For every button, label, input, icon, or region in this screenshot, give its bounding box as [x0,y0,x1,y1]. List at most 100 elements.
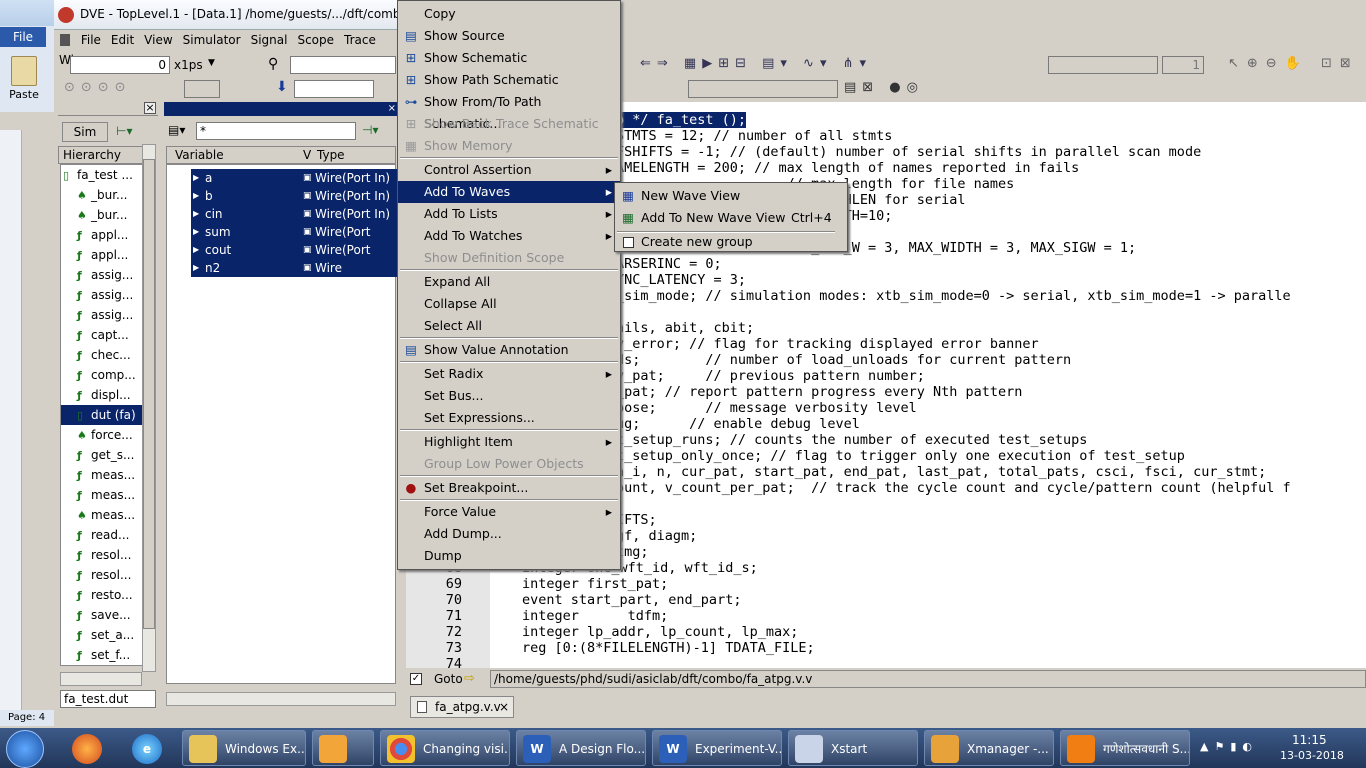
source-line[interactable]: STMTS = 12; // number of all stmts [616,128,892,144]
menu-simulator[interactable]: Simulator [178,30,246,50]
task-media[interactable] [312,730,374,766]
menu-item-select-all[interactable]: Select All [398,315,620,337]
variable-row[interactable]: ▶ cin ▣ Wire(Port In) [191,205,397,223]
menu-item-copy[interactable]: Copy [398,3,620,25]
time-input[interactable]: 0 [70,56,170,74]
source-line[interactable]: ug; // enable debug level [616,416,860,432]
hierarchy-item[interactable]: ♠ _bur... [61,205,143,225]
hierarchy-item[interactable]: ƒ resol... [61,565,143,585]
source-line[interactable]: ount, v_count_per_pat; // track the cycl… [616,480,1291,496]
tray-icons[interactable]: ▲⚑▮◐ [1200,740,1270,756]
menu-item-add-dump[interactable]: Add Dump... [398,523,620,545]
filter-type-icon[interactable]: ⊣▾ [362,123,378,137]
menu-view[interactable]: View [139,30,177,50]
hierarchy-item[interactable]: ƒ read... [61,525,143,545]
menu-item-set-bus[interactable]: Set Bus... [398,385,620,407]
hierarchy-item[interactable]: ƒ get_s... [61,445,143,465]
submenu-create-new-group[interactable]: Create new group [615,231,847,253]
source-line[interactable]: v_error; // flag for tracking displayed … [616,336,1039,352]
close-icon[interactable]: × [144,102,156,114]
submenu-add-to-new-wave-view[interactable]: ▦ Add To New Wave View Ctrl+4 [615,207,847,229]
task-windows-explorer[interactable]: Windows Ex... [182,730,306,766]
firefox-icon[interactable] [72,734,102,764]
word-paste-button[interactable]: Paste [2,52,46,112]
hierarchy-item[interactable]: ƒ meas... [61,465,143,485]
source-line[interactable]: a_i, n, cur_pat, start_pat, end_pat, las… [616,464,1266,480]
source-line[interactable]: bose; // message verbosity level [616,400,917,416]
hierarchy-item[interactable]: ▯ fa_test ... [61,165,143,185]
menu-item-control-assertion[interactable]: Control Assertion ▸ [398,159,620,181]
hierarchy-scrollbar[interactable] [142,144,156,672]
source-line[interactable]: ds; // number of load_unloads for curren… [616,352,1071,368]
menu-trace[interactable]: Trace [339,30,381,50]
menu-item-highlight-item[interactable]: Highlight Item ▸ [398,431,620,453]
menu-item-dump[interactable]: Dump [398,545,620,567]
hierarchy-item[interactable]: ƒ set_a... [61,625,143,645]
hierarchy-item[interactable]: ƒ displ... [61,385,143,405]
word-file-tab[interactable]: File [0,27,46,47]
variable-row[interactable]: ▶sum▣Wire(Port Out) [191,223,397,257]
clock-date[interactable]: 13-03-2018 [1280,749,1344,762]
source-line[interactable]: gf, diagm; [616,528,697,544]
task-word-experiment[interactable]: W Experiment-V... [652,730,782,766]
menu-item-set-expressions[interactable]: Set Expressions... [398,407,620,429]
hierarchy-item[interactable]: ƒ appl... [61,245,143,265]
source-tab[interactable]: fa_atpg.v.v × [410,696,514,718]
goto-label[interactable]: Goto [434,672,463,686]
hierarchy-item[interactable]: ƒ resto... [61,585,143,605]
hierarchy-item[interactable]: ƒ chec... [61,345,143,365]
source-line[interactable]: event start_part, end_part; [522,592,741,608]
source-line[interactable]: integer lp_addr, lp_count, lp_max; [522,624,798,640]
source-line[interactable]: integer tdfm; [522,608,668,624]
combo-blank[interactable] [1048,56,1158,74]
variable-filter-input[interactable]: * [196,122,356,140]
source-line[interactable]: ARSERINC = 0; [616,256,722,272]
source-line[interactable]: b */ fa_test (); [616,112,747,128]
scroll-thumb[interactable] [143,159,155,629]
menu-item-show-value-annotation[interactable]: ▤ Show Value Annotation [398,339,620,361]
source-line[interactable]: AMELENGTH = 200; // max length of names … [616,160,1079,176]
hierarchy-item[interactable]: ƒ capt... [61,325,143,345]
sim-tab[interactable]: Sim [62,122,108,142]
menu-item-set-breakpoint[interactable]: ● Set Breakpoint... [398,477,620,499]
ie-icon[interactable]: e [132,734,162,764]
source-line[interactable]: FSHIFTS = -1; // (default) number of ser… [616,144,1201,160]
task-chrome[interactable]: Changing visi... [380,730,510,766]
filter-toggle-icon[interactable]: ⊢▾ [116,124,132,138]
variable-row[interactable]: ▶ a ▣ Wire(Port In) [191,169,397,187]
source-line[interactable]: t_setup_runs; // counts the number of ex… [616,432,1087,448]
variable-row[interactable]: ▶cout▣Wire(Port Out) [191,241,397,275]
hierarchy-item[interactable]: ♠ force... [61,425,143,445]
list-view-icon[interactable]: ▤▾ [168,123,185,137]
down-arrow-icon[interactable]: ⬇ [276,79,288,95]
source-line[interactable]: integer first_pat; [522,576,668,592]
menu-edit[interactable]: Edit [106,30,139,50]
source-line[interactable]: YNC_LATENCY = 3; [616,272,746,288]
hierarchy-item[interactable]: ▯ dut (fa) [61,405,143,425]
task-xstart[interactable]: Xstart [788,730,918,766]
source-line[interactable]: _pat; // report pattern progress every N… [616,384,1022,400]
menu-item-set-radix[interactable]: Set Radix ▸ [398,363,620,385]
hierarchy-item[interactable]: ƒ comp... [61,365,143,385]
hierarchy-item[interactable]: ƒ resol... [61,545,143,565]
source-line[interactable]: t_setup_only_once; // flag to trigger on… [616,448,1185,464]
scope-field[interactable]: fa_test.dut [60,690,156,708]
path-field[interactable]: /home/guests/phd/sudi/asiclab/dft/combo/… [490,670,1366,688]
hierarchy-item[interactable]: ♠ _bur... [61,185,143,205]
hierarchy-item[interactable]: ƒ set_f... [61,645,143,665]
task-xmanager[interactable]: Xmanager -... [924,730,1054,766]
variable-hscroll[interactable] [166,692,396,706]
hierarchy-item[interactable]: ♠ meas... [61,505,143,525]
start-button[interactable] [6,730,44,768]
goto-checkbox[interactable]: ✓ [410,673,422,685]
close-icon[interactable]: × [388,103,396,114]
source-line[interactable]: reg [0:(8*FILELENGTH)-1] TDATA_FILE; [522,640,815,656]
col-variable[interactable]: Variable [175,148,224,162]
menu-item-expand-all[interactable]: Expand All [398,271,620,293]
value-input[interactable] [294,80,374,98]
hierarchy-hscroll[interactable] [60,672,142,686]
search-binoculars-icon[interactable]: ⚲ [268,56,278,72]
menu-item-show-path-schematic[interactable]: ⊞ Show Path Schematic [398,69,620,91]
clock-time[interactable]: 11:15 [1292,733,1327,747]
hierarchy-item[interactable]: ƒ save... [61,605,143,625]
